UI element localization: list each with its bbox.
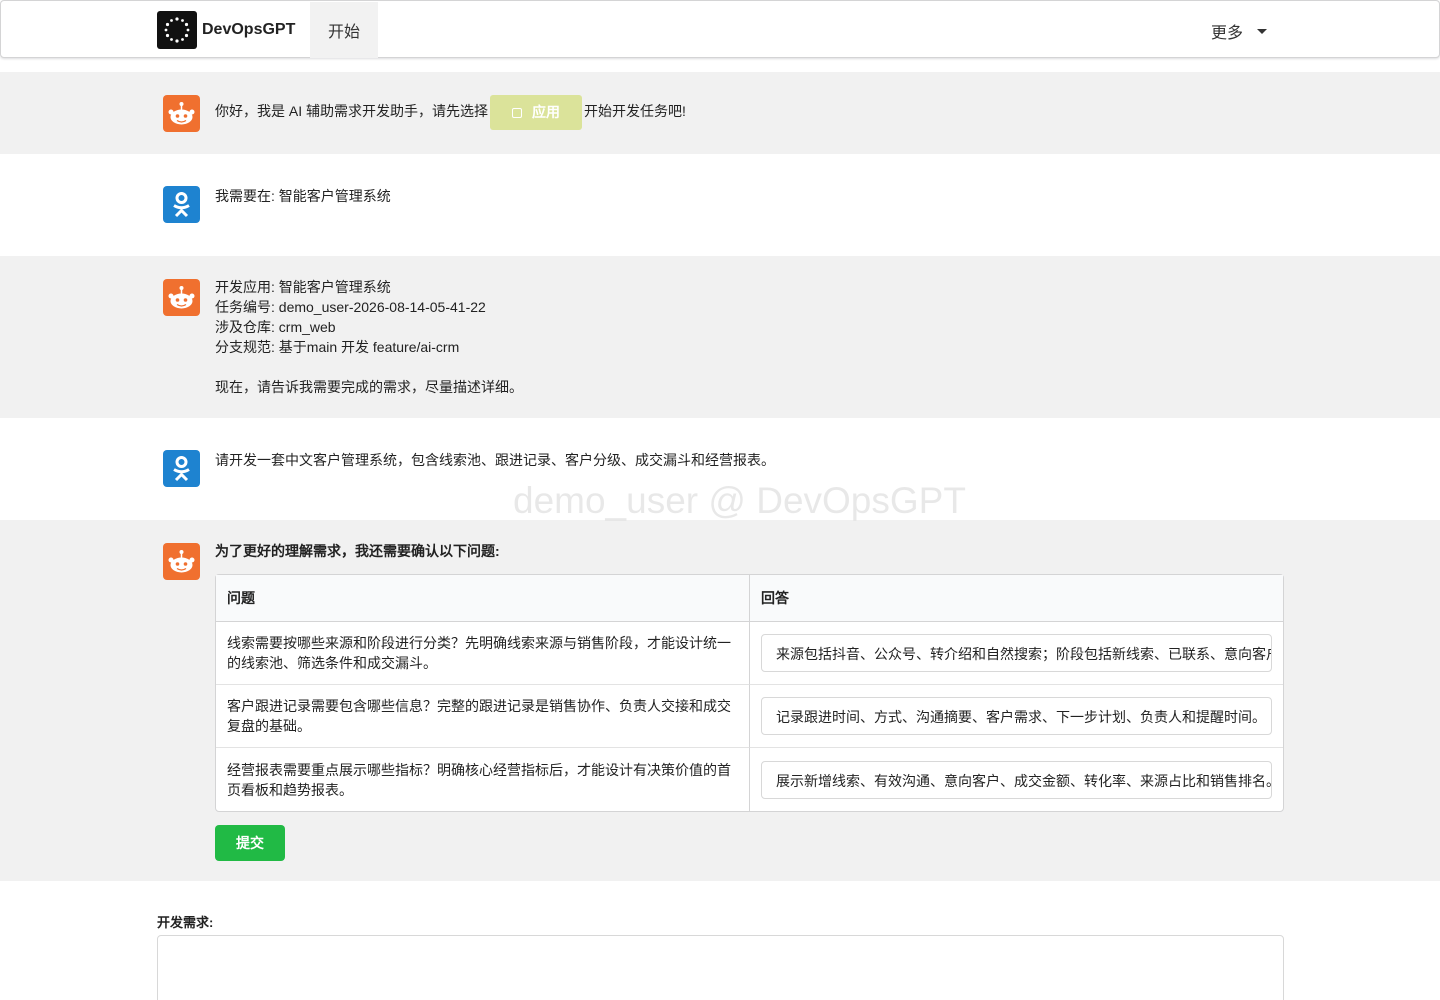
greeting-text: 你好，我是 AI 辅助需求开发助手，请先选择 应用 开始开发任务吧! (215, 94, 686, 130)
bot-message-task-info: 开发应用: 智能客户管理系统 任务编号: demo_user-2026-08-1… (0, 256, 1440, 418)
table-row: 经营报表需要重点展示哪些指标？明确核心经营指标后，才能设计有决策价值的首页看板和… (216, 748, 1283, 811)
nav-item-start[interactable]: 开始 (310, 2, 378, 58)
answer-cell: 记录跟进时间、方式、沟通摘要、客户需求、下一步计划、负责人和提醒时间。 (749, 685, 1283, 748)
select-app-button[interactable]: 应用 (490, 94, 583, 130)
requirement-textarea[interactable] (157, 935, 1284, 1000)
answer-input[interactable]: 记录跟进时间、方式、沟通摘要、客户需求、下一步计划、负责人和提醒时间。 (761, 697, 1272, 735)
greeting-before: 你好，我是 AI 辅助需求开发助手，请先选择 (215, 103, 489, 119)
bot-avatar-icon (163, 543, 200, 580)
confirm-title: 为了更好的理解需求，我还需要确认以下问题: (215, 543, 500, 559)
task-prompt: 现在，请告诉我需要完成的需求，尽量描述详细。 (215, 379, 523, 395)
user-avatar-icon (163, 450, 200, 487)
task-repo: 涉及仓库: crm_web (215, 319, 336, 335)
user-select-text: 我需要在: 智能客户管理系统 (215, 188, 391, 204)
greeting-after: 开始开发任务吧! (584, 103, 686, 119)
answer-cell: 展示新增线索、有效沟通、意向客户、成交金额、转化率、来源占比和销售排名。 (749, 748, 1283, 811)
more-dropdown[interactable]: 更多 (1211, 19, 1268, 43)
question-cell: 线索需要按哪些来源和阶段进行分类？先明确线索来源与销售阶段，才能设计统一的线索池… (216, 622, 749, 685)
bot-message-greeting: 你好，我是 AI 辅助需求开发助手，请先选择 应用 开始开发任务吧! (0, 72, 1440, 154)
bot-avatar-icon (163, 95, 200, 132)
table-header-row: 问题 回答 (216, 575, 1283, 622)
more-label: 更多 (1211, 25, 1244, 42)
question-cell: 客户跟进记录需要包含哪些信息？完整的跟进记录是销售协作、负责人交接和成交复盘的基… (216, 685, 749, 748)
watermark: demo_user @ DevOpsGPT (513, 480, 966, 521)
bot-avatar-icon (163, 279, 200, 316)
table-row: 客户跟进记录需要包含哪些信息？完整的跟进记录是销售协作、负责人交接和成交复盘的基… (216, 685, 1283, 748)
answer-input[interactable]: 来源包括抖音、公众号、转介绍和自然搜索；阶段包括新线索、已联系、意向客户、成交和… (761, 634, 1272, 672)
user-requirement-text: 请开发一套中文客户管理系统，包含线索池、跟进记录、客户分级、成交漏斗和经营报表。 (215, 452, 775, 468)
app-icon (512, 107, 523, 118)
question-cell: 经营报表需要重点展示哪些指标？明确核心经营指标后，才能设计有决策价值的首页看板和… (227, 761, 731, 798)
requirement-label: 开发需求: (157, 915, 214, 930)
user-message-select: 我需要在: 智能客户管理系统 (0, 154, 1440, 256)
task-branch: 分支规范: 基于main 开发 feature/ai-crm (215, 339, 460, 355)
header-question: 问题 (216, 575, 749, 622)
select-app-label: 应用 (532, 103, 561, 120)
brand[interactable]: DevOpsGPT (157, 11, 295, 49)
table-row: 线索需要按哪些来源和阶段进行分类？先明确线索来源与销售阶段，才能设计统一的线索池… (216, 622, 1283, 685)
qa-table: 问题 回答 线索需要按哪些来源和阶段进行分类？先明确线索来源与销售阶段，才能设计… (215, 574, 1284, 812)
answer-cell: 来源包括抖音、公众号、转介绍和自然搜索；阶段包括新线索、已联系、意向客户、成交和… (749, 622, 1283, 685)
task-info-text: 开发应用: 智能客户管理系统 任务编号: demo_user-2026-08-1… (215, 277, 523, 397)
submit-button[interactable]: 提交 (215, 825, 285, 861)
caret-down-icon (1257, 28, 1268, 34)
user-avatar-icon (163, 186, 200, 223)
answer-input[interactable]: 展示新增线索、有效沟通、意向客户、成交金额、转化率、来源占比和销售排名。 (761, 760, 1272, 799)
task-app: 开发应用: 智能客户管理系统 (215, 279, 391, 295)
header-answer: 回答 (749, 575, 1283, 622)
brand-name: DevOpsGPT (202, 21, 296, 38)
devopsgpt-logo-icon (157, 11, 197, 49)
task-id: 任务编号: demo_user-2026-08-14-05-41-22 (215, 299, 486, 315)
top-navbar: DevOpsGPT 开始 更多 (0, 0, 1440, 58)
